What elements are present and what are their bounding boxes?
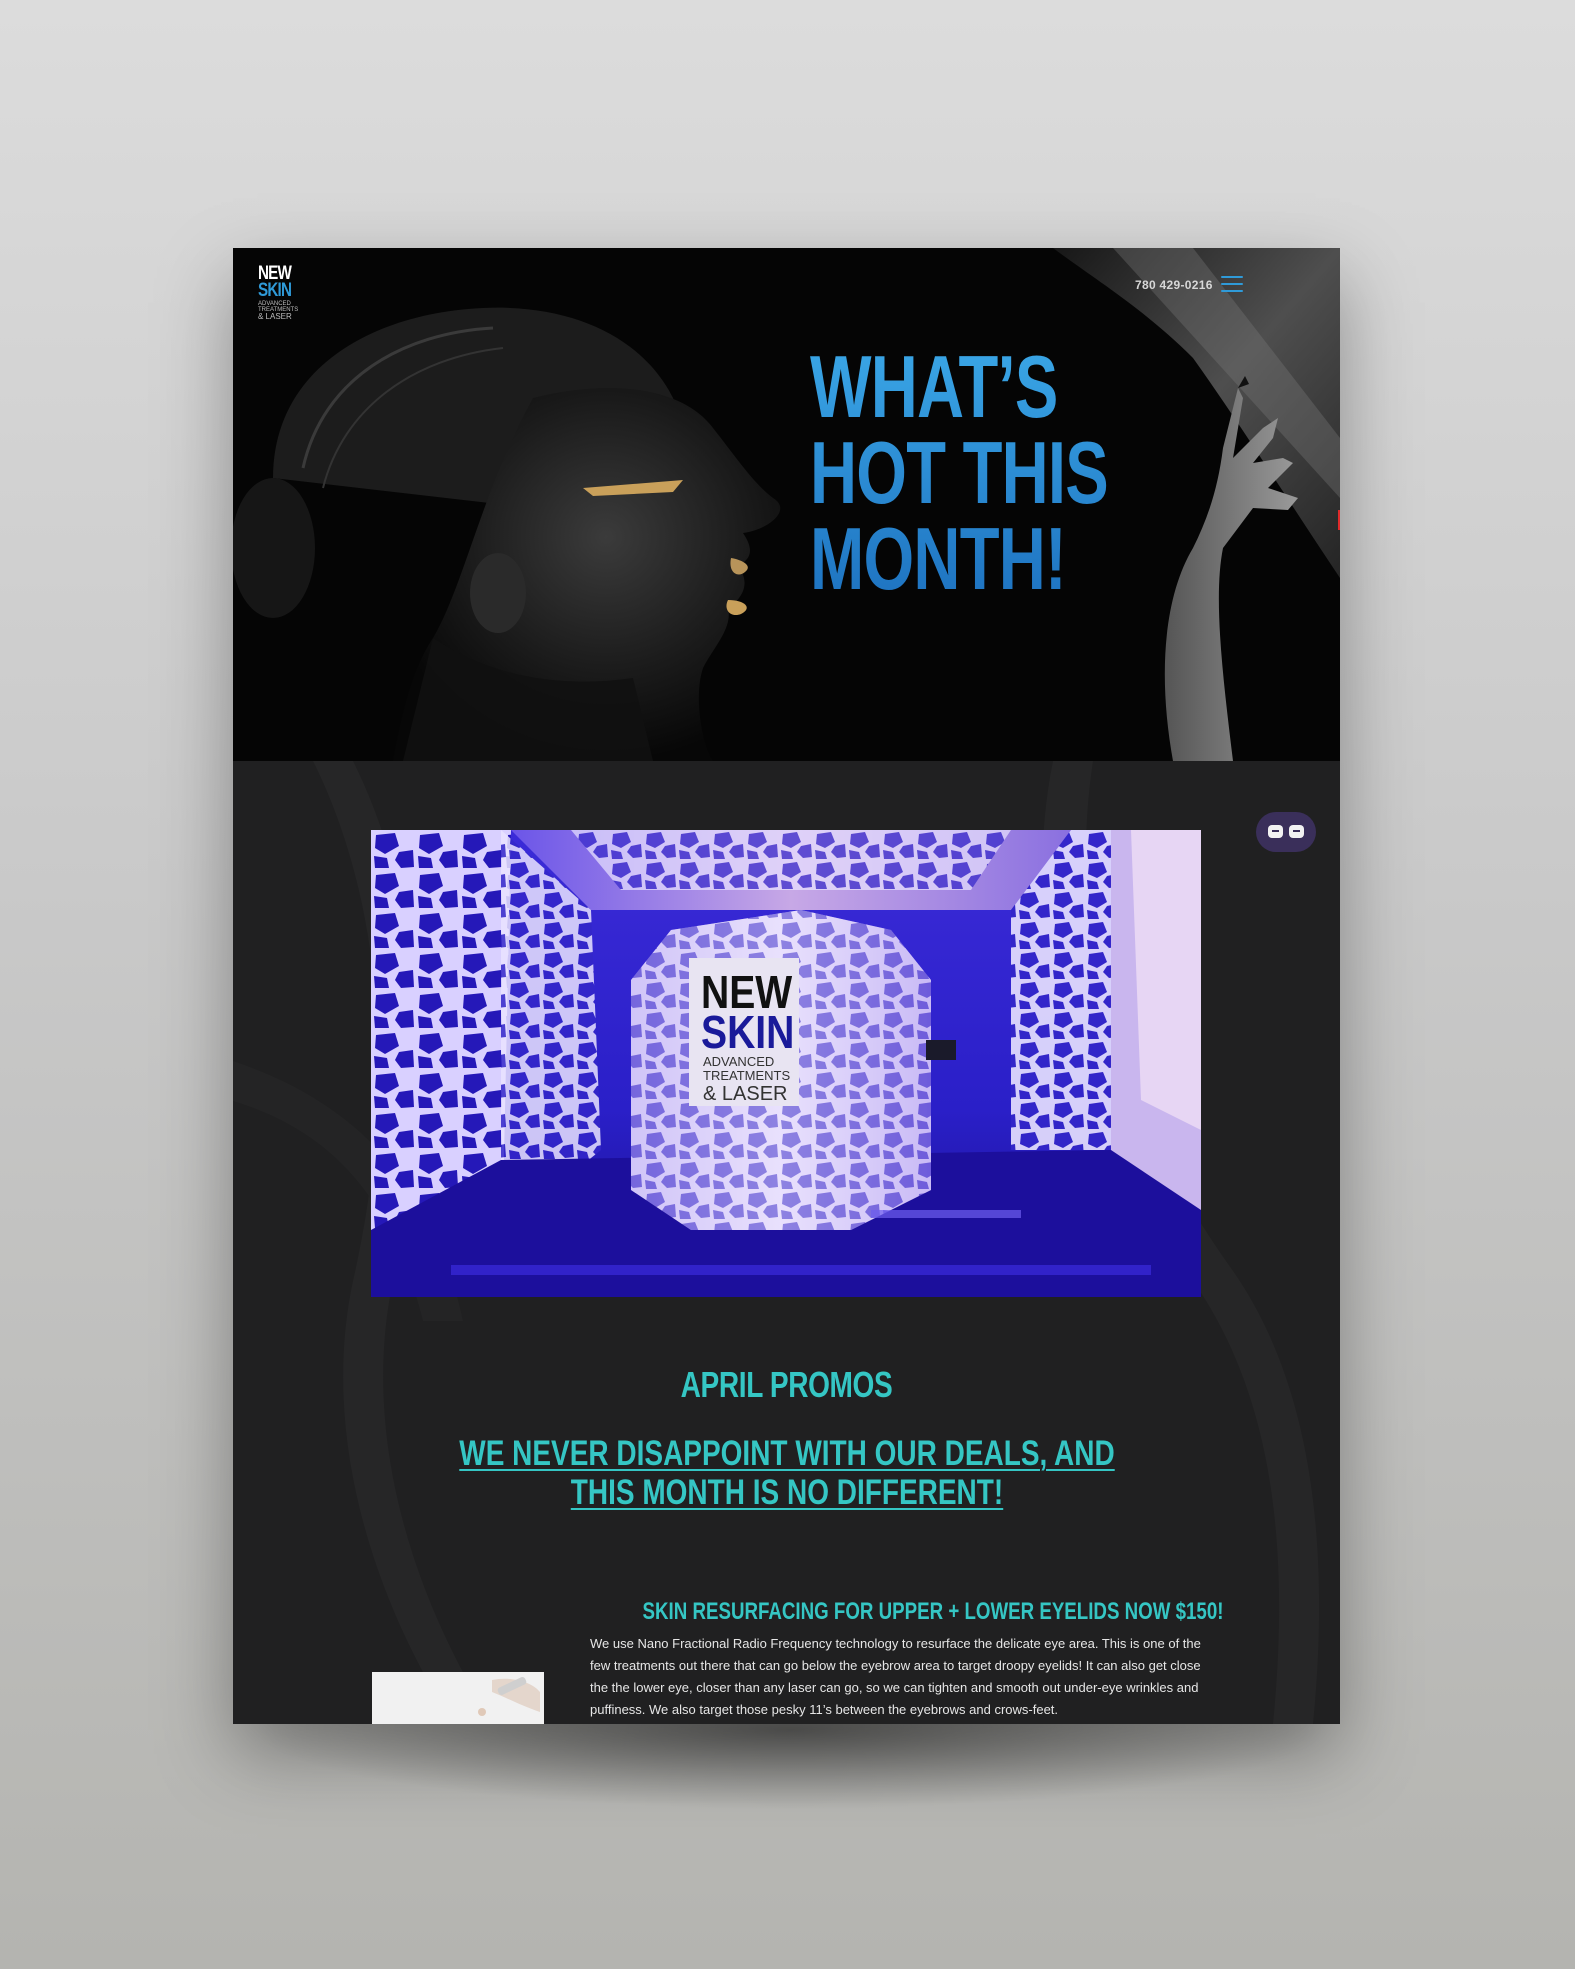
promos-title: APRIL PROMOS bbox=[680, 1364, 893, 1405]
chat-bubbles-icon bbox=[1268, 825, 1283, 838]
side-tab[interactable] bbox=[1338, 510, 1340, 530]
sign-advanced: ADVANCED bbox=[703, 1054, 774, 1069]
hero-title: WHAT’S HOT THIS MONTH! bbox=[810, 343, 1121, 603]
chat-button[interactable] bbox=[1256, 812, 1316, 852]
sign-treatments: TREATMENTS bbox=[703, 1068, 790, 1083]
sign-laser: & LASER bbox=[703, 1083, 787, 1105]
offer-thumbnail-image bbox=[372, 1672, 544, 1724]
offer-description: We use Nano Fractional Radio Frequency t… bbox=[590, 1636, 1201, 1717]
hero-section: NEW SKIN ADVANCED TREATMENTS & LASER 780… bbox=[233, 248, 1340, 761]
clinic-interior-photo: NEW SKIN ADVANCED TREATMENTS & LASER bbox=[371, 830, 1201, 1297]
webpage: NEW SKIN ADVANCED TREATMENTS & LASER 780… bbox=[233, 248, 1340, 1724]
phone-number-link[interactable]: 780 429-0216 bbox=[1135, 278, 1213, 292]
hero-photo bbox=[233, 248, 1340, 761]
brand-logo[interactable]: NEW SKIN ADVANCED TREATMENTS & LASER bbox=[258, 264, 298, 321]
sign-skin: SKIN bbox=[701, 1007, 794, 1059]
offer-title: SKIN RESURFACING FOR UPPER + LOWER EYELI… bbox=[642, 1598, 1224, 1625]
promos-subtitle-link[interactable]: WE NEVER DISAPPOINT WITH OUR DEALS, AND … bbox=[427, 1434, 1147, 1512]
chat-bubble-icon bbox=[1289, 825, 1304, 838]
logo-line-skin: SKIN bbox=[258, 280, 292, 301]
hamburger-icon[interactable] bbox=[1221, 276, 1243, 294]
logo-line-laser: & LASER bbox=[258, 312, 292, 321]
